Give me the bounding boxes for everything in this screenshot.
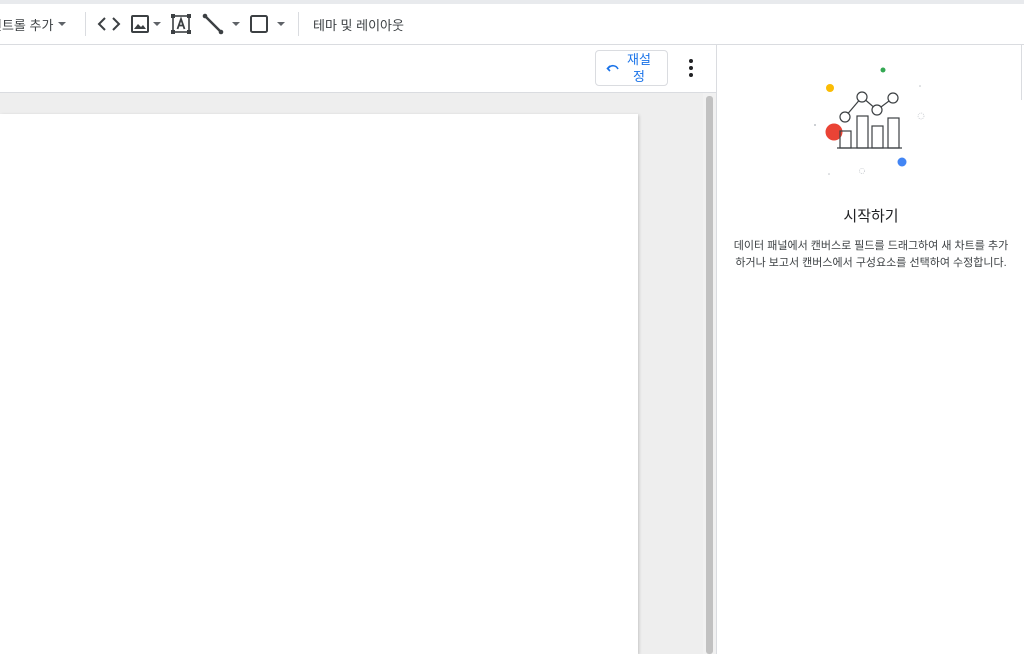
image-icon bbox=[131, 15, 149, 33]
line-icon bbox=[202, 13, 224, 35]
chart-illustration bbox=[814, 67, 925, 175]
shape-icon bbox=[250, 15, 268, 33]
more-vert-icon bbox=[689, 59, 693, 77]
getting-started-description: 데이터 패널에서 캔버스로 필드를 드래그하여 새 차트를 추가하거나 보고서 … bbox=[733, 240, 1009, 269]
properties-panel: 시작하기 데이터 패널에서 캔버스로 필드를 드래그하여 새 차트를 추가하거나… bbox=[716, 45, 1024, 654]
report-toolbar: 컨트롤 추가 bbox=[0, 0, 1024, 45]
add-control-label: 컨트롤 추가 bbox=[0, 17, 54, 33]
report-canvas-area[interactable] bbox=[0, 93, 703, 654]
line-button[interactable] bbox=[202, 10, 240, 38]
reset-label: 재설정 bbox=[627, 52, 651, 84]
toolbar-divider bbox=[298, 12, 299, 36]
canvas-scrollbar[interactable] bbox=[703, 93, 716, 654]
text-button[interactable] bbox=[170, 10, 192, 38]
toolbar-divider bbox=[85, 12, 86, 36]
undo-icon bbox=[606, 64, 619, 72]
chevron-down-icon bbox=[58, 22, 67, 26]
chevron-down-icon bbox=[277, 22, 285, 26]
add-control-menu[interactable]: 컨트롤 추가 bbox=[0, 10, 67, 38]
code-icon bbox=[97, 17, 121, 31]
embed-url-button[interactable] bbox=[97, 10, 121, 38]
chevron-down-icon bbox=[153, 22, 161, 26]
text-box-icon bbox=[171, 14, 191, 34]
scrollbar-thumb[interactable] bbox=[706, 96, 713, 654]
canvas-header: 재설정 bbox=[0, 45, 716, 93]
getting-started-title: 시작하기 bbox=[843, 208, 899, 225]
image-button[interactable] bbox=[130, 10, 161, 38]
panel-divider bbox=[1021, 45, 1022, 100]
chevron-down-icon bbox=[232, 22, 240, 26]
shape-button[interactable] bbox=[249, 10, 285, 38]
theme-layout-button[interactable]: 테마 및 레이아웃 bbox=[313, 10, 404, 38]
theme-layout-label: 테마 및 레이아웃 bbox=[313, 17, 404, 33]
report-page[interactable] bbox=[0, 114, 638, 654]
more-options-button[interactable] bbox=[680, 55, 702, 81]
reset-button[interactable]: 재설정 bbox=[595, 50, 668, 86]
